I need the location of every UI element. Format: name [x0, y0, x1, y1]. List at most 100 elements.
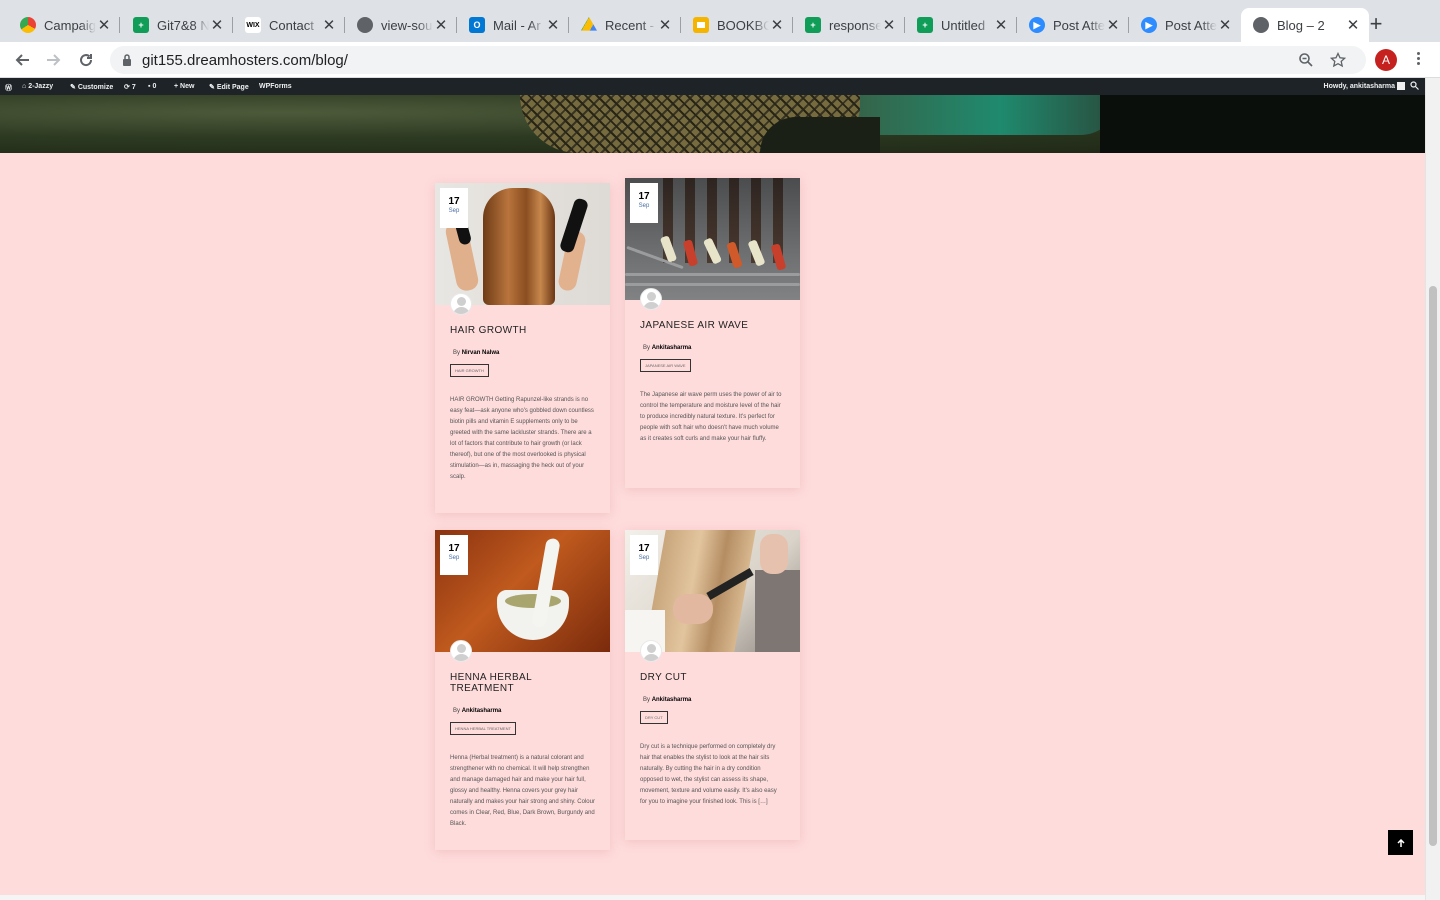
- comments-count: 0: [152, 83, 157, 90]
- post-category-tag[interactable]: HENNA HERBAL TREATMENT: [450, 722, 516, 735]
- post-author[interactable]: Ankitasharma: [652, 697, 692, 703]
- back-button[interactable]: [10, 48, 34, 72]
- post-author[interactable]: Nirvan Nalwa: [462, 350, 500, 356]
- zoom-magnifier-icon[interactable]: [1298, 52, 1314, 68]
- drive-icon: [581, 17, 597, 31]
- close-icon[interactable]: ✕: [209, 16, 225, 34]
- browser-tab[interactable]: BOOKBO ✕: [681, 8, 793, 42]
- close-icon[interactable]: ✕: [1105, 16, 1121, 34]
- browser-tab[interactable]: view-sou ✕: [345, 8, 457, 42]
- post-category-tag[interactable]: JAPANESE AIR WAVE: [640, 359, 691, 372]
- post-category-tag[interactable]: DRY CUT: [640, 711, 668, 724]
- forward-button[interactable]: [42, 48, 66, 72]
- close-icon[interactable]: ✕: [545, 16, 561, 34]
- post-month: Sep: [448, 208, 460, 214]
- search-icon[interactable]: [1410, 81, 1419, 90]
- post-day: 17: [448, 543, 460, 554]
- lock-icon: [123, 54, 131, 66]
- address-bar[interactable]: git155.dreamhosters.com/blog/: [110, 46, 1366, 74]
- post-byline: By Ankitasharma: [453, 708, 610, 714]
- admin-comments[interactable]: ▪ 0: [148, 83, 156, 90]
- admin-avatar[interactable]: [1397, 82, 1405, 90]
- author-avatar[interactable]: [450, 293, 472, 315]
- page-scrollbar[interactable]: [1425, 78, 1440, 900]
- browser-tab[interactable]: ▶ Post Atte ✕: [1017, 8, 1129, 42]
- browser-tab[interactable]: Campaign ✕: [8, 8, 120, 42]
- star-icon[interactable]: [1330, 52, 1346, 68]
- edit-page-label: Edit Page: [216, 84, 249, 91]
- arrow-right-icon: [47, 54, 61, 66]
- profile-avatar[interactable]: A: [1375, 49, 1397, 71]
- reload-button[interactable]: [74, 48, 98, 72]
- post-date-badge: 17 Sep: [630, 535, 658, 575]
- post-author[interactable]: Ankitasharma: [652, 345, 692, 351]
- close-icon[interactable]: ✕: [1217, 16, 1233, 34]
- post-day: 17: [448, 196, 460, 207]
- close-icon[interactable]: ✕: [321, 16, 337, 34]
- post-thumbnail[interactable]: 17 Sep: [625, 178, 800, 300]
- close-icon[interactable]: ✕: [769, 16, 785, 34]
- wix-icon: WIX: [245, 17, 261, 33]
- by-label: By: [453, 708, 461, 714]
- admin-site-name[interactable]: ⌂ 2-Jazzy: [22, 83, 53, 90]
- browser-tab[interactable]: O Mail - Ar ✕: [457, 8, 569, 42]
- new-tab-button[interactable]: +: [1364, 13, 1388, 37]
- post-thumbnail[interactable]: 17 Sep: [435, 530, 610, 652]
- admin-howdy[interactable]: Howdy, ankitasharma: [1324, 83, 1395, 90]
- scrollbar-thumb[interactable]: [1429, 286, 1437, 846]
- browser-tab[interactable]: Recent - ✕: [569, 8, 681, 42]
- post-category-tag[interactable]: HAIR GROWTH: [450, 364, 489, 377]
- menu-kebab-icon[interactable]: [1412, 50, 1424, 70]
- admin-edit-page[interactable]: ✎ Edit Page: [209, 83, 249, 91]
- outlook-icon: O: [469, 17, 485, 33]
- post-card: 17 Sep JAPANESE AIR WAVE By Ankitasharma…: [625, 178, 800, 488]
- reload-icon: [80, 54, 93, 67]
- post-excerpt: Henna (Herbal treatment) is a natural co…: [450, 755, 595, 827]
- admin-customize[interactable]: ✎ Customize: [70, 83, 113, 91]
- post-title[interactable]: HENNA HERBAL TREATMENT: [450, 672, 595, 694]
- browser-tab[interactable]: WIX Contact ✕: [233, 8, 345, 42]
- browser-tab-active[interactable]: Blog – 2 ✕: [1241, 8, 1369, 42]
- close-icon[interactable]: ✕: [657, 16, 673, 34]
- post-month: Sep: [638, 203, 650, 209]
- post-excerpt: HAIR GROWTH Getting Rapunzel-like strand…: [450, 397, 594, 480]
- post-date-badge: 17 Sep: [630, 183, 658, 223]
- post-thumbnail[interactable]: 17 Sep: [435, 183, 610, 305]
- browser-toolbar: git155.dreamhosters.com/blog/ A: [0, 42, 1440, 78]
- post-card: 17 Sep HENNA HERBAL TREATMENT By Ankitas…: [435, 530, 610, 850]
- post-byline: By Nirvan Nalwa: [453, 350, 610, 356]
- post-excerpt: The Japanese air wave perm uses the powe…: [640, 392, 782, 442]
- close-icon[interactable]: ✕: [96, 16, 112, 34]
- browser-tab[interactable]: + Git7&8 N ✕: [121, 8, 233, 42]
- browser-tab-strip: Campaign ✕ + Git7&8 N ✕ WIX Contact ✕ vi…: [0, 0, 1440, 42]
- tab-title: Mail - Ar: [493, 17, 541, 33]
- browser-tab[interactable]: + response ✕: [793, 8, 905, 42]
- wordpress-logo-icon[interactable]: Ⓦ: [5, 83, 12, 93]
- post-title[interactable]: DRY CUT: [640, 672, 785, 683]
- post-card: 17 Sep HAIR GROWTH By Nirvan Nalwa HAIR …: [435, 183, 610, 513]
- author-avatar[interactable]: [450, 640, 472, 662]
- page-footer-edge: [0, 895, 1425, 900]
- admin-wpforms[interactable]: WPForms: [259, 83, 292, 90]
- scroll-to-top-button[interactable]: [1388, 830, 1413, 855]
- author-avatar[interactable]: [640, 640, 662, 662]
- close-icon[interactable]: ✕: [881, 16, 897, 34]
- post-title[interactable]: JAPANESE AIR WAVE: [640, 320, 785, 331]
- wp-admin-bar: Ⓦ ⌂ 2-Jazzy ✎ Customize ⟳ 7 ▪ 0 + New ✎ …: [0, 78, 1425, 95]
- close-icon[interactable]: ✕: [433, 16, 449, 34]
- tab-title: Blog – 2: [1277, 17, 1325, 33]
- by-label: By: [453, 350, 461, 356]
- close-icon[interactable]: ✕: [993, 16, 1009, 34]
- close-icon[interactable]: ✕: [1345, 16, 1361, 34]
- author-avatar[interactable]: [640, 288, 662, 310]
- zoom-icon: ▶: [1029, 17, 1045, 33]
- site-name-label: 2-Jazzy: [28, 83, 54, 90]
- post-author[interactable]: Ankitasharma: [462, 708, 502, 714]
- post-byline: By Ankitasharma: [643, 697, 800, 703]
- browser-tab[interactable]: + Untitled ✕: [905, 8, 1017, 42]
- post-title[interactable]: HAIR GROWTH: [450, 325, 595, 336]
- admin-new[interactable]: + New: [174, 83, 194, 90]
- browser-tab[interactable]: ▶ Post Atte ✕: [1129, 8, 1241, 42]
- post-thumbnail[interactable]: 17 Sep: [625, 530, 800, 652]
- admin-updates[interactable]: ⟳ 7: [124, 83, 136, 91]
